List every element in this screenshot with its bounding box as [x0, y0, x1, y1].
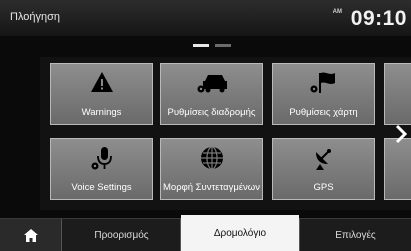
- tile-label: Voice Settings: [71, 182, 132, 193]
- coordinate-format-button[interactable]: Μορφή Συντεταγμένων: [160, 138, 263, 200]
- status-bar: Πλοήγηση AM 09:10: [0, 0, 411, 36]
- route-settings-button[interactable]: Ρυθμίσεις διαδρομής: [160, 63, 263, 125]
- clock: 09:10: [350, 7, 407, 30]
- clock-prefix: AM: [332, 9, 342, 15]
- tab-route[interactable]: Δρομολόγιο: [181, 215, 299, 251]
- warning-icon: [51, 71, 152, 95]
- page-title: Πλοήγηση: [10, 11, 61, 23]
- page-dot-active: [193, 44, 209, 47]
- satellite-dish-icon: [273, 146, 374, 170]
- car-settings-icon: [161, 71, 262, 95]
- flag-settings-icon: [273, 71, 374, 95]
- globe-icon: [161, 146, 262, 170]
- chevron-right-icon[interactable]: [394, 124, 408, 144]
- bottom-tab-bar: Προορισμός Δρομολόγιο Επιλογές: [0, 215, 411, 251]
- map-settings-button[interactable]: Ρυθμίσεις χάρτη: [272, 63, 375, 125]
- tab-options[interactable]: Επιλογές: [299, 219, 411, 251]
- tile-label: Ρυθμίσεις χάρτη: [289, 107, 358, 118]
- home-icon: [23, 228, 38, 242]
- gps-button[interactable]: GPS: [272, 138, 375, 200]
- page-dot-inactive: [215, 44, 231, 47]
- voice-settings-button[interactable]: Voice Settings: [50, 138, 153, 200]
- tile-label: Warnings: [81, 107, 122, 118]
- tab-destination[interactable]: Προορισμός: [63, 219, 181, 251]
- tab-home[interactable]: [0, 219, 62, 251]
- tile-label: Μορφή Συντεταγμένων: [163, 182, 260, 193]
- tile-label: GPS: [313, 182, 334, 193]
- page-indicator: [193, 44, 233, 48]
- microphone-settings-icon: [51, 146, 152, 170]
- tile-label: Ρυθμίσεις διαδρομής: [167, 107, 256, 118]
- warnings-button[interactable]: Warnings: [50, 63, 153, 125]
- next-page-tile[interactable]: [384, 63, 411, 125]
- next-page-tile[interactable]: [384, 138, 411, 200]
